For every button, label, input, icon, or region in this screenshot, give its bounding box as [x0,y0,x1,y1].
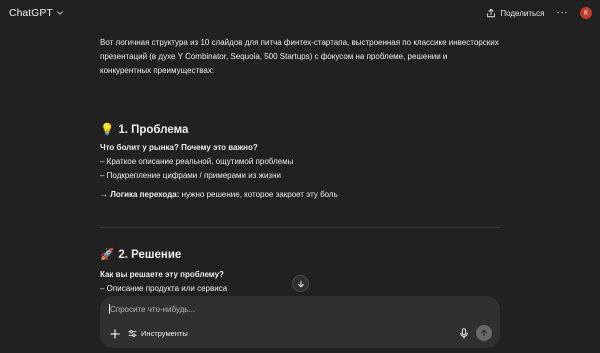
list-item: – Краткое описание реальной, ощутимой пр… [100,157,294,167]
transition-line: → Логика перехода: нужно решение, которо… [100,188,500,202]
rocket-icon: 🚀 [100,249,115,261]
top-bar: ChatGPT Поделиться ··· К [0,0,600,26]
lightbulb-icon: 💡 [100,124,115,136]
message-input[interactable] [110,305,480,314]
section-question: Как вы решаете эту проблему? [100,270,224,279]
microphone-icon[interactable] [459,328,469,339]
more-options-button[interactable]: ··· [557,8,569,18]
transition-text: нужно решение, которое закроет эту боль [181,189,338,199]
arrow-icon: → [100,189,108,199]
plus-icon[interactable] [110,329,120,339]
divider [100,227,500,228]
arrow-down-icon [297,280,304,287]
section-title: 1. Проблема [118,124,189,136]
transition-label: Логика перехода: [110,189,180,199]
share-icon [487,8,496,18]
section-heading-solution: 🚀 2. Решение [100,248,181,262]
chevron-down-icon [56,11,63,15]
model-selector[interactable]: ChatGPT [9,7,64,19]
assistant-message: Вот логичная структура из 10 слайдов для… [100,36,500,293]
section-heading-problem: 💡 1. Проблема [100,123,188,137]
send-button[interactable] [476,325,492,341]
share-label: Поделиться [500,8,545,18]
avatar[interactable]: К [580,7,592,19]
message-composer: Инструменты [100,296,500,348]
share-button[interactable]: Поделиться [486,8,545,18]
list-item: – Подкрепление цифрами / примерами из жи… [100,171,281,181]
model-name: ChatGPT [9,7,53,19]
sliders-icon [128,330,137,337]
section-body-problem: Что болит у рынка? Почему это важно? – К… [100,141,500,202]
section-question: Что болит у рынка? Почему это важно? [100,143,258,152]
intro-text: Вот логичная структура из 10 слайдов для… [100,38,499,76]
tools-button[interactable]: Инструменты [128,327,188,340]
section-title: 2. Решение [118,249,182,261]
tools-label: Инструменты [141,329,188,338]
scroll-to-bottom-button[interactable] [292,275,309,292]
arrow-up-icon [481,329,487,337]
